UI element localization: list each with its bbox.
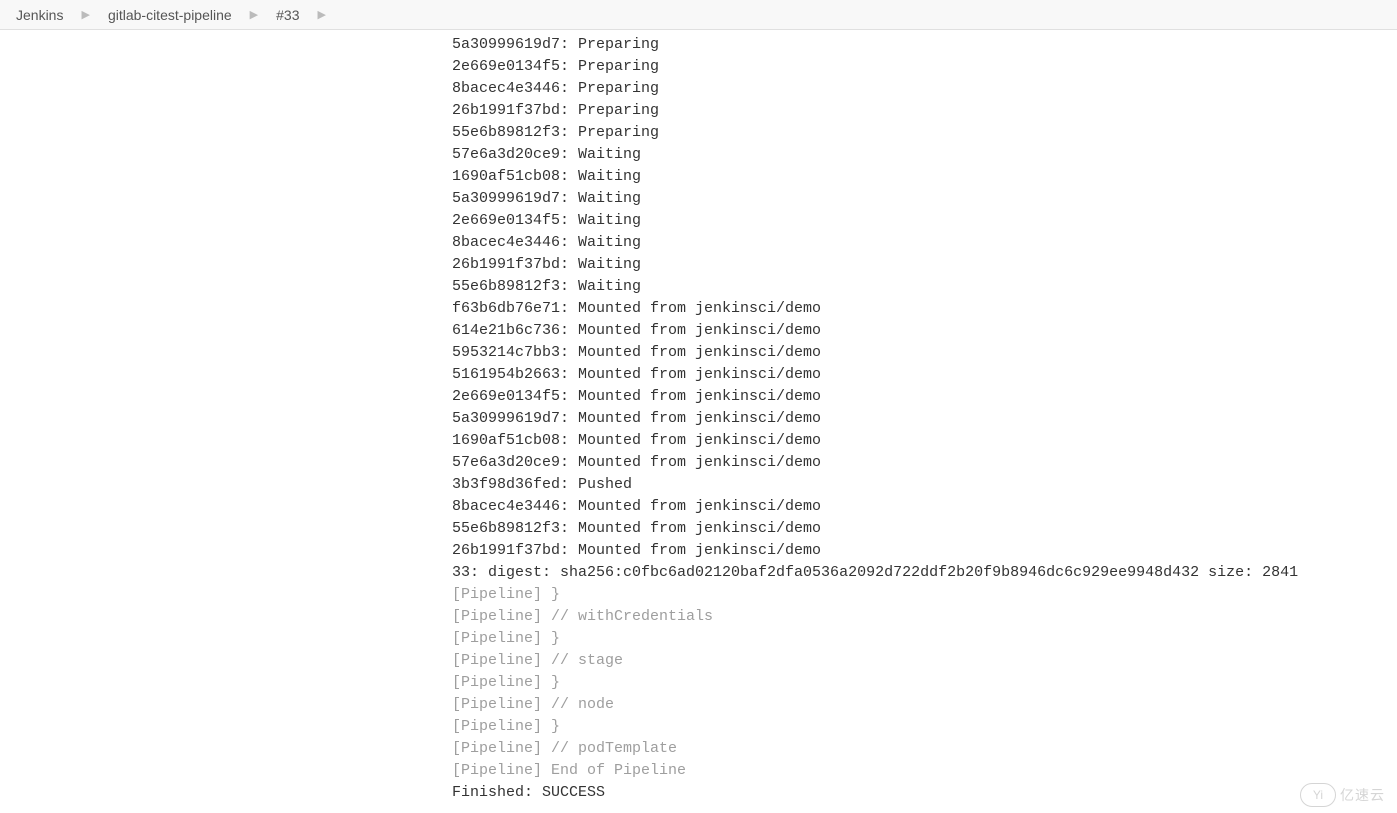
console-line: [Pipeline] // node: [452, 694, 1397, 716]
console-line: [Pipeline] End of Pipeline: [452, 760, 1397, 782]
console-line: 57e6a3d20ce9: Mounted from jenkinsci/dem…: [452, 452, 1397, 474]
console-line: 5a30999619d7: Mounted from jenkinsci/dem…: [452, 408, 1397, 430]
console-line: 57e6a3d20ce9: Waiting: [452, 144, 1397, 166]
console-line: Finished: SUCCESS: [452, 782, 1397, 804]
console-line: 5953214c7bb3: Mounted from jenkinsci/dem…: [452, 342, 1397, 364]
console-line: 2e669e0134f5: Waiting: [452, 210, 1397, 232]
chevron-right-icon: ▶: [318, 8, 326, 21]
console-line: 55e6b89812f3: Waiting: [452, 276, 1397, 298]
console-line: 26b1991f37bd: Waiting: [452, 254, 1397, 276]
console-line: 614e21b6c736: Mounted from jenkinsci/dem…: [452, 320, 1397, 342]
console-line: 1690af51cb08: Waiting: [452, 166, 1397, 188]
console-line: [Pipeline] }: [452, 628, 1397, 650]
console-line: 26b1991f37bd: Preparing: [452, 100, 1397, 122]
watermark: Yi 亿速云: [1300, 783, 1385, 807]
console-line: [Pipeline] // podTemplate: [452, 738, 1397, 760]
breadcrumb-build[interactable]: #33: [276, 7, 299, 23]
console-line: 3b3f98d36fed: Pushed: [452, 474, 1397, 496]
console-output: 5a30999619d7: Preparing2e669e0134f5: Pre…: [0, 30, 1397, 804]
breadcrumb-jenkins[interactable]: Jenkins: [16, 7, 63, 23]
console-line: 33: digest: sha256:c0fbc6ad02120baf2dfa0…: [452, 562, 1397, 584]
console-line: [Pipeline] // withCredentials: [452, 606, 1397, 628]
console-line: 2e669e0134f5: Mounted from jenkinsci/dem…: [452, 386, 1397, 408]
console-line: 8bacec4e3446: Mounted from jenkinsci/dem…: [452, 496, 1397, 518]
console-line: 1690af51cb08: Mounted from jenkinsci/dem…: [452, 430, 1397, 452]
cloud-icon: Yi: [1300, 783, 1336, 807]
console-line: [Pipeline] }: [452, 584, 1397, 606]
console-line: [Pipeline] // stage: [452, 650, 1397, 672]
watermark-text: 亿速云: [1340, 785, 1385, 805]
console-line: f63b6db76e71: Mounted from jenkinsci/dem…: [452, 298, 1397, 320]
console-line: 55e6b89812f3: Mounted from jenkinsci/dem…: [452, 518, 1397, 540]
chevron-right-icon: ▶: [250, 8, 258, 21]
console-line: [Pipeline] }: [452, 672, 1397, 694]
console-line: [Pipeline] }: [452, 716, 1397, 738]
console-line: 5161954b2663: Mounted from jenkinsci/dem…: [452, 364, 1397, 386]
breadcrumb-job[interactable]: gitlab-citest-pipeline: [108, 7, 232, 23]
console-line: 55e6b89812f3: Preparing: [452, 122, 1397, 144]
console-line: 5a30999619d7: Preparing: [452, 34, 1397, 56]
console-line: 5a30999619d7: Waiting: [452, 188, 1397, 210]
console-line: 26b1991f37bd: Mounted from jenkinsci/dem…: [452, 540, 1397, 562]
console-line: 2e669e0134f5: Preparing: [452, 56, 1397, 78]
console-line: 8bacec4e3446: Waiting: [452, 232, 1397, 254]
chevron-right-icon: ▶: [81, 8, 89, 21]
console-line: 8bacec4e3446: Preparing: [452, 78, 1397, 100]
breadcrumb: Jenkins ▶ gitlab-citest-pipeline ▶ #33 ▶: [0, 0, 1397, 30]
